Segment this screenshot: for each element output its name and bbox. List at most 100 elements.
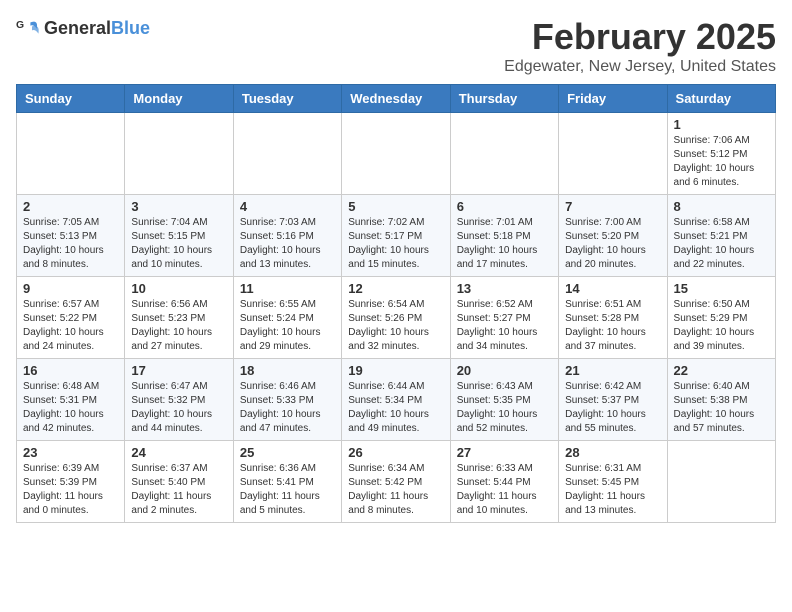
calendar-day-7: 7 Sunrise: 7:00 AM Sunset: 5:20 PM Daylig… [559, 195, 667, 277]
calendar-day-15: 15 Sunrise: 6:50 AM Sunset: 5:29 PM Dayli… [667, 277, 775, 359]
day-info: Sunrise: 7:06 AM Sunset: 5:12 PM Dayligh… [674, 134, 769, 190]
calendar-day-27: 27 Sunrise: 6:33 AM Sunset: 5:44 PM Dayli… [450, 441, 558, 523]
logo: G GeneralBlue [16, 16, 150, 40]
calendar-day-18: 18 Sunrise: 6:46 AM Sunset: 5:33 PM Dayli… [233, 359, 341, 441]
day-number: 11 [240, 281, 335, 296]
day-number: 10 [131, 281, 226, 296]
day-info: Sunrise: 6:33 AM Sunset: 5:44 PM Dayligh… [457, 462, 552, 518]
calendar-week-row: 16 Sunrise: 6:48 AM Sunset: 5:31 PM Dayli… [17, 359, 776, 441]
day-info: Sunrise: 6:36 AM Sunset: 5:41 PM Dayligh… [240, 462, 335, 518]
col-header-saturday: Saturday [667, 85, 775, 113]
day-number: 4 [240, 199, 335, 214]
day-number: 27 [457, 445, 552, 460]
day-info: Sunrise: 7:01 AM Sunset: 5:18 PM Dayligh… [457, 216, 552, 272]
calendar-day-25: 25 Sunrise: 6:36 AM Sunset: 5:41 PM Dayli… [233, 441, 341, 523]
calendar-day-13: 13 Sunrise: 6:52 AM Sunset: 5:27 PM Dayli… [450, 277, 558, 359]
day-number: 12 [348, 281, 443, 296]
calendar-empty-cell [233, 113, 341, 195]
day-info: Sunrise: 6:50 AM Sunset: 5:29 PM Dayligh… [674, 298, 769, 354]
calendar-day-4: 4 Sunrise: 7:03 AM Sunset: 5:16 PM Daylig… [233, 195, 341, 277]
day-number: 22 [674, 363, 769, 378]
calendar-day-28: 28Sunrise: 6:31 AM Sunset: 5:45 PM Dayli… [559, 441, 667, 523]
day-info: Sunrise: 7:02 AM Sunset: 5:17 PM Dayligh… [348, 216, 443, 272]
calendar-week-row: 23Sunrise: 6:39 AM Sunset: 5:39 PM Dayli… [17, 441, 776, 523]
day-info: Sunrise: 6:56 AM Sunset: 5:23 PM Dayligh… [131, 298, 226, 354]
day-number: 14 [565, 281, 660, 296]
calendar-day-9: 9 Sunrise: 6:57 AM Sunset: 5:22 PM Daylig… [17, 277, 125, 359]
calendar-day-12: 12 Sunrise: 6:54 AM Sunset: 5:26 PM Dayli… [342, 277, 450, 359]
calendar-day-24: 24 Sunrise: 6:37 AM Sunset: 5:40 PM Dayli… [125, 441, 233, 523]
day-info: Sunrise: 6:48 AM Sunset: 5:31 PM Dayligh… [23, 380, 118, 436]
calendar-day-14: 14Sunrise: 6:51 AM Sunset: 5:28 PM Dayli… [559, 277, 667, 359]
day-number: 8 [674, 199, 769, 214]
day-number: 28 [565, 445, 660, 460]
day-info: Sunrise: 7:05 AM Sunset: 5:13 PM Dayligh… [23, 216, 118, 272]
col-header-monday: Monday [125, 85, 233, 113]
subtitle: Edgewater, New Jersey, United States [504, 58, 776, 76]
logo-blue-text: Blue [111, 18, 150, 38]
day-number: 19 [348, 363, 443, 378]
day-info: Sunrise: 6:34 AM Sunset: 5:42 PM Dayligh… [348, 462, 443, 518]
day-number: 20 [457, 363, 552, 378]
calendar-day-26: 26Sunrise: 6:34 AM Sunset: 5:42 PM Dayli… [342, 441, 450, 523]
day-number: 18 [240, 363, 335, 378]
day-number: 2 [23, 199, 118, 214]
calendar-day-1: 1 Sunrise: 7:06 AM Sunset: 5:12 PM Daylig… [667, 113, 775, 195]
day-number: 21 [565, 363, 660, 378]
header: G GeneralBlue February 2025 Edgewater, N… [16, 16, 776, 76]
day-info: Sunrise: 6:44 AM Sunset: 5:34 PM Dayligh… [348, 380, 443, 436]
day-number: 1 [674, 117, 769, 132]
day-info: Sunrise: 6:42 AM Sunset: 5:37 PM Dayligh… [565, 380, 660, 436]
day-number: 25 [240, 445, 335, 460]
day-number: 9 [23, 281, 118, 296]
calendar-day-19: 19 Sunrise: 6:44 AM Sunset: 5:34 PM Dayli… [342, 359, 450, 441]
col-header-thursday: Thursday [450, 85, 558, 113]
day-info: Sunrise: 6:54 AM Sunset: 5:26 PM Dayligh… [348, 298, 443, 354]
calendar-week-row: 2 Sunrise: 7:05 AM Sunset: 5:13 PM Daylig… [17, 195, 776, 277]
calendar-day-21: 21 Sunrise: 6:42 AM Sunset: 5:37 PM Dayli… [559, 359, 667, 441]
day-number: 7 [565, 199, 660, 214]
day-number: 6 [457, 199, 552, 214]
col-header-wednesday: Wednesday [342, 85, 450, 113]
day-number: 15 [674, 281, 769, 296]
col-header-tuesday: Tuesday [233, 85, 341, 113]
calendar-empty-cell [559, 113, 667, 195]
day-info: Sunrise: 6:46 AM Sunset: 5:33 PM Dayligh… [240, 380, 335, 436]
day-info: Sunrise: 6:37 AM Sunset: 5:40 PM Dayligh… [131, 462, 226, 518]
day-info: Sunrise: 6:39 AM Sunset: 5:39 PM Dayligh… [23, 462, 118, 518]
calendar-empty-cell [342, 113, 450, 195]
day-info: Sunrise: 6:57 AM Sunset: 5:22 PM Dayligh… [23, 298, 118, 354]
calendar-day-3: 3Sunrise: 7:04 AM Sunset: 5:15 PM Daylig… [125, 195, 233, 277]
calendar-empty-cell [667, 441, 775, 523]
logo-icon: G [16, 16, 40, 40]
calendar-empty-cell [125, 113, 233, 195]
calendar-day-2: 2 Sunrise: 7:05 AM Sunset: 5:13 PM Daylig… [17, 195, 125, 277]
col-header-sunday: Sunday [17, 85, 125, 113]
calendar-day-16: 16 Sunrise: 6:48 AM Sunset: 5:31 PM Dayli… [17, 359, 125, 441]
day-info: Sunrise: 6:43 AM Sunset: 5:35 PM Dayligh… [457, 380, 552, 436]
calendar-day-6: 6 Sunrise: 7:01 AM Sunset: 5:18 PM Daylig… [450, 195, 558, 277]
day-info: Sunrise: 6:58 AM Sunset: 5:21 PM Dayligh… [674, 216, 769, 272]
col-header-friday: Friday [559, 85, 667, 113]
day-info: Sunrise: 6:47 AM Sunset: 5:32 PM Dayligh… [131, 380, 226, 436]
day-number: 24 [131, 445, 226, 460]
day-info: Sunrise: 7:03 AM Sunset: 5:16 PM Dayligh… [240, 216, 335, 272]
day-number: 17 [131, 363, 226, 378]
day-info: Sunrise: 6:40 AM Sunset: 5:38 PM Dayligh… [674, 380, 769, 436]
main-title: February 2025 [504, 16, 776, 58]
day-number: 3 [131, 199, 226, 214]
day-info: Sunrise: 7:00 AM Sunset: 5:20 PM Dayligh… [565, 216, 660, 272]
calendar-header-row: SundayMondayTuesdayWednesdayThursdayFrid… [17, 85, 776, 113]
day-number: 16 [23, 363, 118, 378]
calendar-empty-cell [17, 113, 125, 195]
logo-general-text: General [44, 18, 111, 38]
day-number: 13 [457, 281, 552, 296]
calendar-day-17: 17 Sunrise: 6:47 AM Sunset: 5:32 PM Dayli… [125, 359, 233, 441]
calendar-day-10: 10 Sunrise: 6:56 AM Sunset: 5:23 PM Dayli… [125, 277, 233, 359]
day-info: Sunrise: 6:55 AM Sunset: 5:24 PM Dayligh… [240, 298, 335, 354]
calendar-day-5: 5 Sunrise: 7:02 AM Sunset: 5:17 PM Daylig… [342, 195, 450, 277]
svg-text:G: G [16, 20, 24, 31]
calendar-empty-cell [450, 113, 558, 195]
day-info: Sunrise: 6:52 AM Sunset: 5:27 PM Dayligh… [457, 298, 552, 354]
day-number: 5 [348, 199, 443, 214]
